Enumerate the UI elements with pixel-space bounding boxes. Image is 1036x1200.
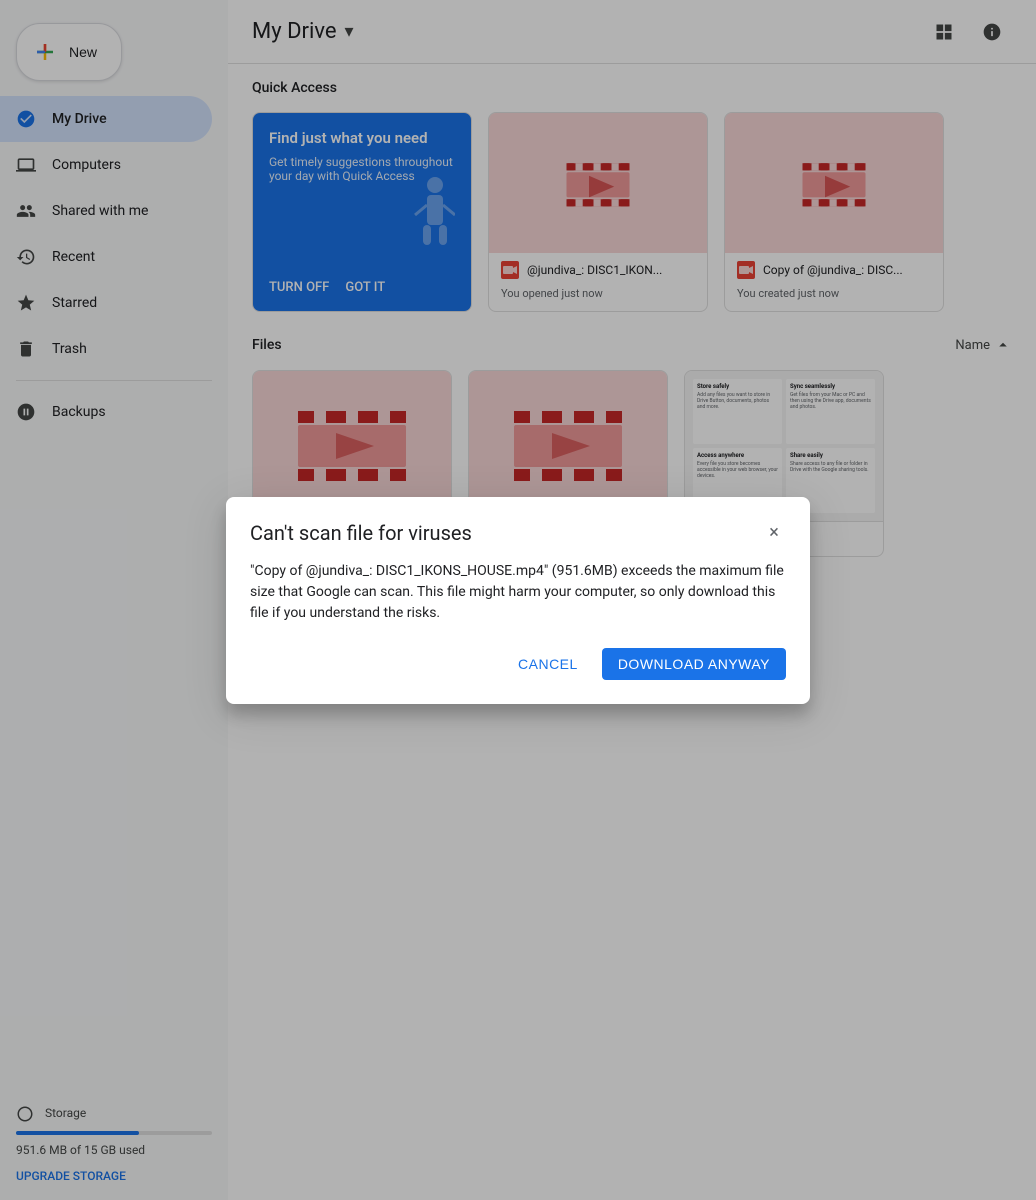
dialog-body: "Copy of @jundiva_: DISC1_IKONS_HOUSE.mp…	[250, 561, 786, 624]
download-anyway-button[interactable]: DOWNLOAD ANYWAY	[602, 648, 786, 680]
dialog-title: Can't scan file for viruses	[250, 521, 472, 545]
dialog-header: Can't scan file for viruses ×	[250, 521, 786, 545]
dialog-actions: CANCEL DOWNLOAD ANYWAY	[250, 648, 786, 680]
modal-overlay: Can't scan file for viruses × "Copy of @…	[0, 0, 1036, 1200]
dialog-close-button[interactable]: ×	[762, 521, 786, 545]
cancel-button[interactable]: CANCEL	[502, 648, 594, 680]
virus-scan-dialog: Can't scan file for viruses × "Copy of @…	[226, 497, 810, 704]
